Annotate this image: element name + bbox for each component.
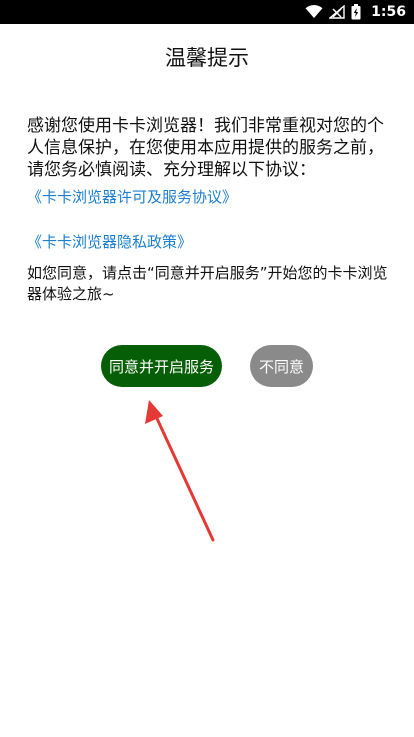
battery-charging-icon [351, 4, 361, 20]
status-icons: 1:56 [305, 0, 406, 24]
privacy-policy-link[interactable]: 《卡卡浏览器隐私政策》 [27, 231, 192, 252]
disagree-button[interactable]: 不同意 [250, 345, 313, 387]
intro-text: 感谢您使用卡卡浏览器！我们非常重视对您的个人信息保护，在您使用本应用提供的服务之… [27, 116, 384, 180]
agree-button[interactable]: 同意并开启服务 [101, 345, 222, 387]
status-time: 1:56 [371, 4, 406, 20]
wifi-icon [305, 5, 323, 19]
consent-text: 如您同意，请点击“同意并开启服务”开始您的卡卡浏览器体验之旅~ [27, 264, 388, 303]
service-agreement-link[interactable]: 《卡卡浏览器许可及服务协议》 [27, 186, 237, 207]
screen: 1:56 温馨提示 感谢您使用卡卡浏览器！我们非常重视对您的个人信息保护，在您使… [0, 0, 414, 737]
dialog-title: 温馨提示 [165, 46, 249, 70]
status-bar: 1:56 [0, 0, 414, 24]
signal-muted-icon [329, 5, 345, 19]
